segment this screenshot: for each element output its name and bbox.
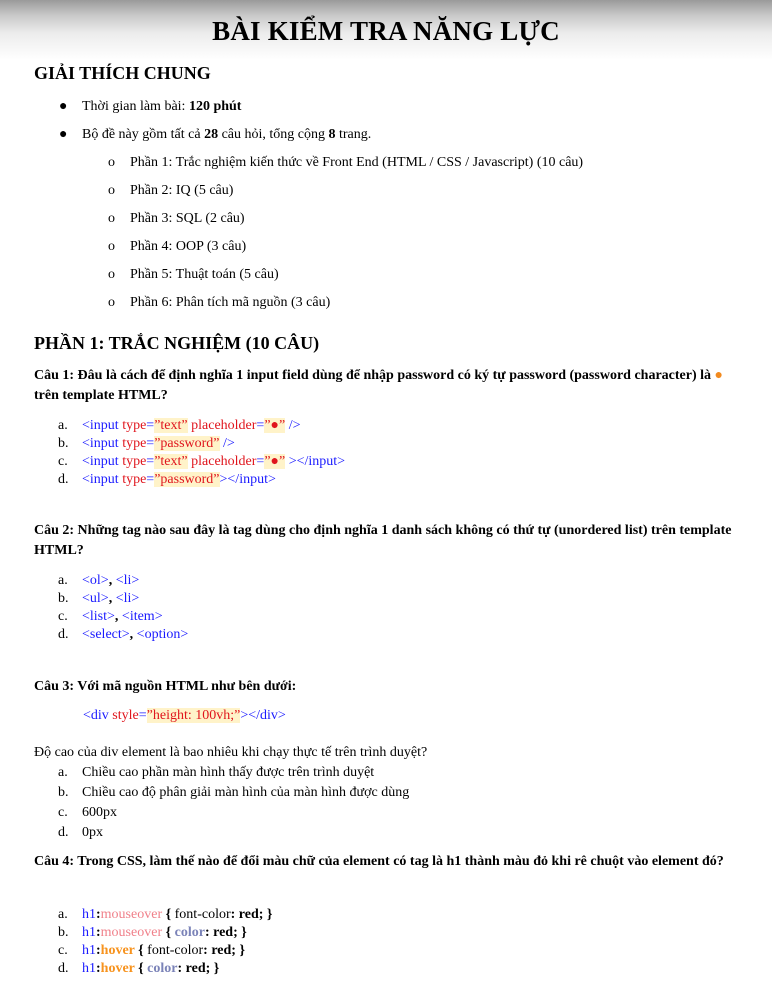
section-item: o Phần 5: Thuật toán (5 câu) [108, 267, 279, 282]
question-1: Câu 1: Đâu là cách để định nghĩa 1 input… [34, 368, 723, 403]
q3-option-d: d. 0px [58, 825, 103, 840]
circle-bullet-icon: o [108, 239, 115, 254]
page-count: 8 [328, 127, 336, 142]
circle-bullet-icon: o [108, 183, 115, 198]
section-item: o Phần 3: SQL (2 câu) [108, 211, 245, 226]
q4-option-a: a. h1:mouseover { font-color: red; } [58, 907, 273, 922]
section-item: o Phần 1: Trắc nghiệm kiến thức về Front … [108, 155, 584, 170]
q2-option-c: c. <list>, <item> [58, 609, 163, 624]
q2-option-b: b. <ul>, <li> [58, 591, 140, 606]
page-title: BÀI KIỂM TRA NĂNG LỰC [212, 16, 560, 46]
q1-option-d: d. <input type=”password”></input> [58, 472, 276, 487]
bullet-icon: ● [59, 99, 68, 114]
q4-option-d: d. h1:hover { color: red; } [58, 961, 220, 976]
circle-bullet-icon: o [108, 155, 115, 170]
time-value: 120 phút [188, 99, 242, 114]
q3-option-a: a. Chiều cao phần màn hình thấy được trên… [58, 765, 375, 780]
question-3: Câu 3: Với mã nguồn HTML như bên dưới: [34, 679, 297, 694]
section-item: o Phần 6: Phân tích mã nguồn (3 câu) [108, 295, 331, 310]
section-item: o Phần 2: IQ (5 câu) [108, 183, 234, 198]
section-item: o Phần 4: OOP (3 câu) [108, 239, 247, 254]
general-heading: GIẢI THÍCH CHUNG [34, 63, 211, 83]
q1-option-a: a. <input type=”text” placeholder=”●” /> [58, 418, 301, 433]
document-page: BÀI KIỂM TRA NĂNG LỰC GIẢI THÍCH CHUNG ●… [0, 0, 772, 986]
q1-option-c: c. <input type=”text” placeholder=”●” ></… [58, 454, 346, 469]
password-dot-icon: ● [714, 368, 723, 383]
circle-bullet-icon: o [108, 295, 115, 310]
circle-bullet-icon: o [108, 211, 115, 226]
question-2: Câu 2: Những tag nào sau đây là tag dùng… [34, 523, 732, 558]
q3-option-b: b. Chiều cao độ phân giải màn hình của mà… [58, 785, 410, 800]
question-count: 28 [204, 127, 219, 142]
q2-option-d: d. <select>, <option> [58, 627, 189, 642]
circle-bullet-icon: o [108, 267, 115, 282]
bullet-icon: ● [59, 127, 68, 142]
q3-option-c: c. 600px [58, 805, 117, 820]
question-4: Câu 4: Trong CSS, làm thế nào để đổi màu… [34, 854, 724, 869]
part1-heading: PHẦN 1: TRẮC NGHIỆM (10 CÂU) [34, 333, 320, 353]
q1-option-b: b. <input type=”password” /> [58, 436, 235, 451]
q3-question-text: Độ cao của div element là bao nhiêu khi … [34, 745, 428, 760]
q4-option-b: b. h1:mouseover { color: red; } [58, 925, 247, 940]
q4-option-c: c. h1:hover { font-color: red; } [58, 943, 245, 958]
q3-code-snippet: <div style=”height: 100vh;”></div> [83, 708, 286, 723]
q2-option-a: a. <ol>, <li> [58, 573, 140, 588]
time-label: Thời gian làm bài: [82, 99, 189, 114]
